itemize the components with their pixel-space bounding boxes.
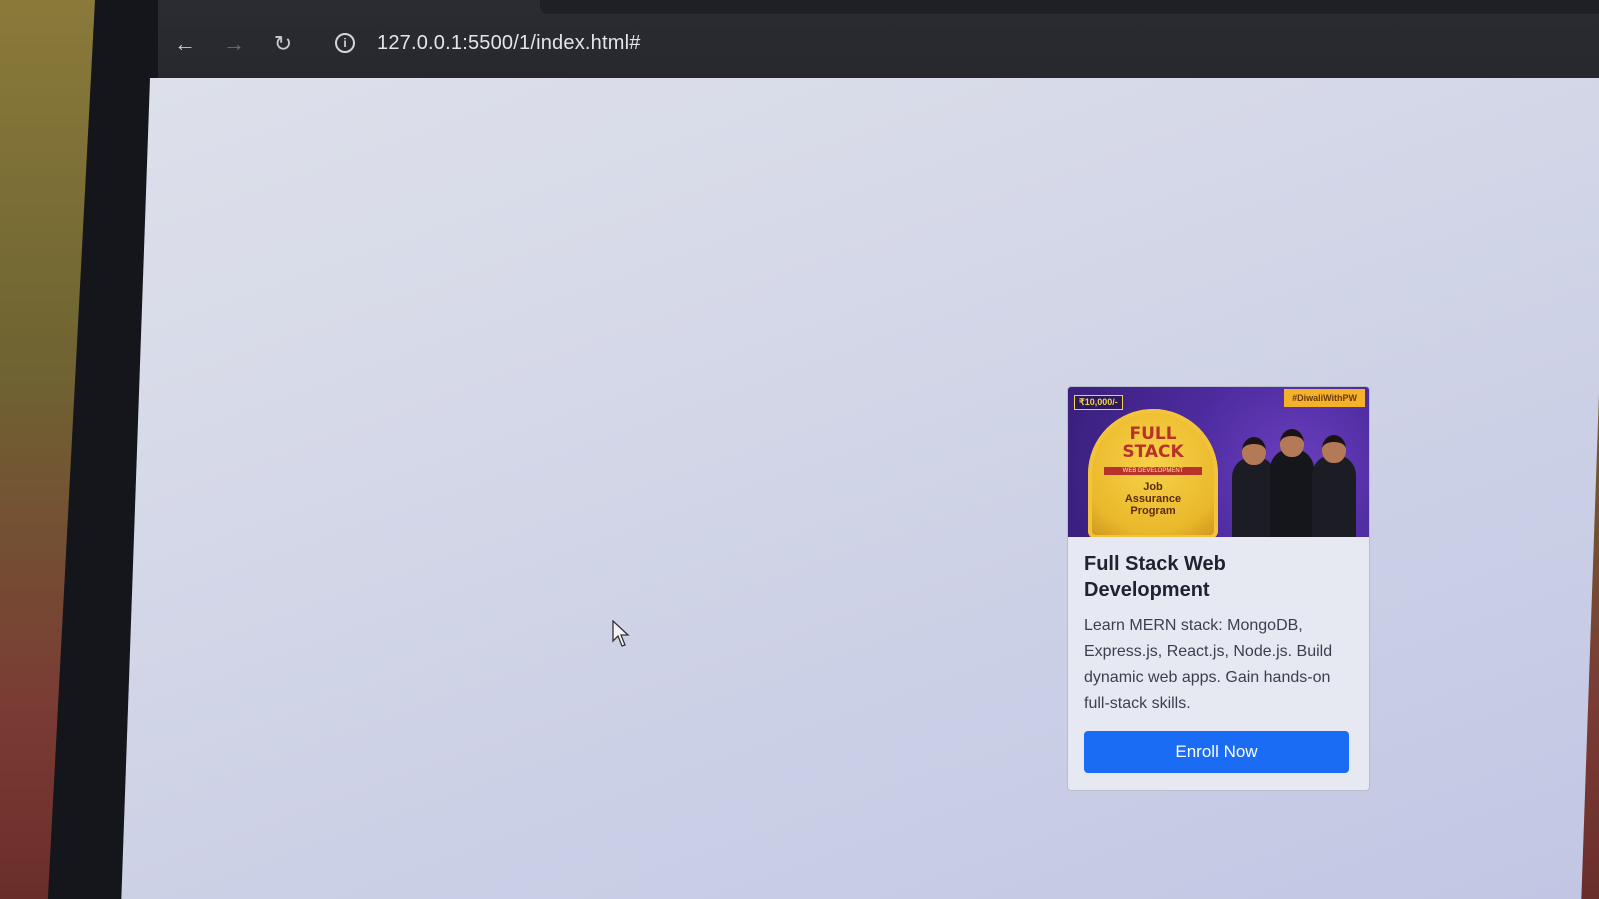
course-banner-image: ₹10,000/- #DiwaliWithPW FULL STACK WEB D… [1068,387,1369,537]
price-badge: ₹10,000/- [1074,395,1123,410]
reload-icon: ↻ [273,31,293,56]
course-description: Learn MERN stack: MongoDB, Express.js, R… [1084,617,1333,712]
arrow-right-icon: → [223,31,245,56]
browser-tabstrip [540,0,1599,14]
info-icon[interactable]: i [335,33,355,53]
instructor-figure [1270,429,1314,537]
instructor-figure [1312,435,1356,537]
forward-button[interactable]: → [220,30,248,58]
back-button[interactable]: ← [171,30,199,58]
url-text[interactable]: 127.0.0.1:5500/1/index.html# [377,32,641,55]
program-emblem: FULL STACK WEB DEVELOPMENT Job Assurance… [1088,409,1218,537]
mouse-cursor-icon [612,620,630,647]
page-viewport [121,78,1599,899]
emblem-headline: FULL STACK [1122,424,1184,462]
reload-button[interactable]: ↻ [269,30,297,58]
course-title: Full Stack Web Development [1084,553,1226,601]
card-body: Full Stack Web Development Learn MERN st… [1068,537,1369,789]
emblem-subhead: WEB DEVELOPMENT [1104,467,1202,475]
arrow-left-icon: ← [174,31,196,56]
emblem-program: Job Assurance Program [1124,481,1182,517]
course-card: ₹10,000/- #DiwaliWithPW FULL STACK WEB D… [1067,386,1370,791]
enroll-now-button[interactable]: Enroll Now [1084,731,1349,773]
hashtag-badge: #DiwaliWithPW [1284,389,1365,407]
photo-scene: ← → ↻ i 127.0.0.1:5500/1/index.html# ₹10… [0,0,1599,899]
